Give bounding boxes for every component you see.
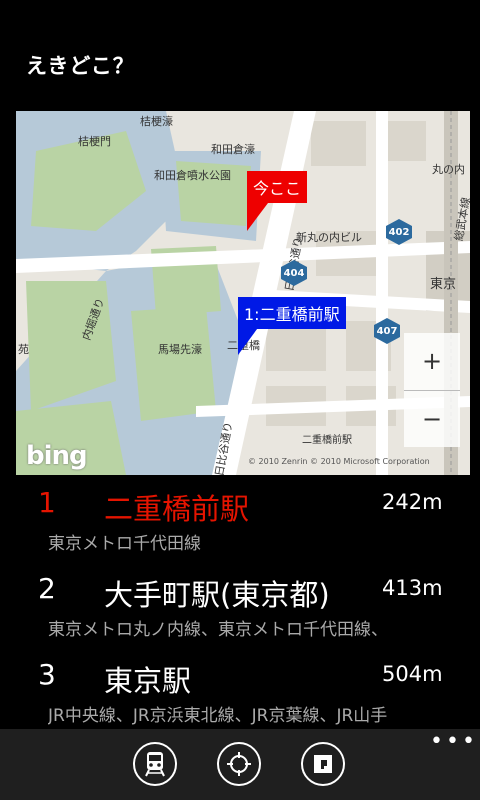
map-label: 二重橋前駅 [302, 435, 352, 446]
map-label: 和田倉濠 [211, 143, 255, 156]
station-distance: 242m [382, 490, 443, 514]
bing-logo: bing [26, 441, 88, 471]
station-list-item[interactable]: 2 大手町駅(東京都) 413m 東京メトロ丸ノ内線、東京メトロ千代田線、 [0, 566, 480, 646]
road-shield: 402 [386, 219, 412, 245]
train-icon [143, 751, 167, 777]
app-title: えきどこ？ [26, 54, 135, 78]
road-shield: 404 [281, 260, 307, 286]
details-button[interactable] [301, 742, 345, 786]
station-name: 大手町駅(東京都) [104, 578, 330, 612]
map-base [16, 111, 470, 475]
zoom-out-button[interactable]: − [404, 390, 460, 446]
station-lines: 東京メトロ丸ノ内線、東京メトロ千代田線、 [48, 620, 388, 640]
station-list-item[interactable]: 3 東京駅 504m JR中央線、JR京浜東北線、JR京葉線、JR山手 [0, 652, 480, 732]
station-name: 東京駅 [104, 664, 192, 698]
map-label: 和田倉噴水公園 [154, 169, 231, 182]
station-name: 二重橋前駅 [104, 492, 250, 526]
station-lines: JR中央線、JR京浜東北線、JR京葉線、JR山手 [48, 706, 388, 726]
map-label: 桔梗門 [78, 135, 111, 148]
station-pin-tail [238, 325, 260, 355]
zoom-in-button[interactable]: + [404, 333, 460, 388]
location-icon [226, 751, 252, 777]
station-lines: 東京メトロ千代田線 [48, 534, 201, 554]
zoom-controls: + − [404, 333, 460, 447]
map-view[interactable]: 桔梗濠 桔梗門 和田倉濠 和田倉噴水公園 新丸の内ビル 内堀通り 日比谷通り 馬… [16, 111, 470, 475]
map-label: 新丸の内ビル [296, 231, 362, 244]
station-distance: 504m [382, 662, 443, 686]
train-button[interactable] [133, 742, 177, 786]
info-icon [312, 753, 334, 775]
station-rank: 2 [38, 572, 56, 605]
map-copyright: © 2010 Zenrin © 2010 Microsoft Corporati… [248, 457, 430, 466]
current-location-pin-tail [247, 199, 271, 231]
map-label: 桔梗濠 [140, 115, 173, 128]
more-menu-button[interactable]: ••• [430, 731, 478, 753]
locate-button[interactable] [217, 742, 261, 786]
map-label: 東京 [430, 277, 457, 292]
station-distance: 413m [382, 576, 443, 600]
map-label: 苑 [18, 343, 29, 356]
road-shield: 407 [374, 318, 400, 344]
station-list-item[interactable]: 1 二重橋前駅 242m 東京メトロ千代田線 [0, 480, 480, 560]
app-bar: ••• [0, 729, 480, 800]
map-label: 馬場先濠 [158, 343, 202, 356]
station-rank: 3 [38, 658, 56, 691]
station-rank: 1 [38, 486, 56, 519]
map-label: 丸の内 [432, 163, 465, 176]
